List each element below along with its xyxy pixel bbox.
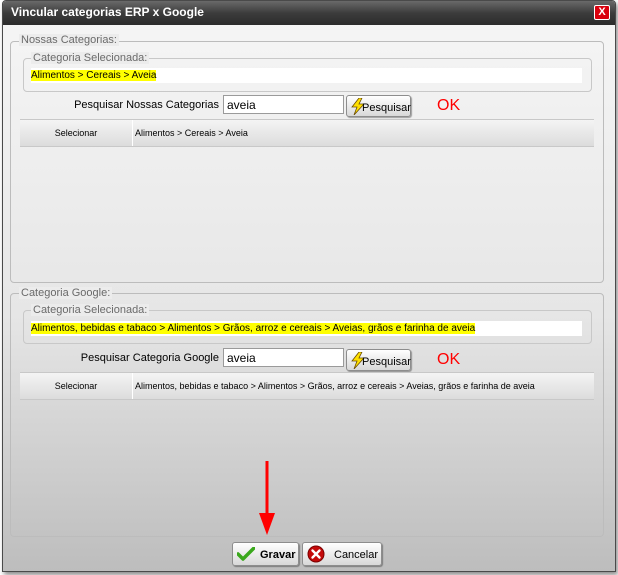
google-search-button-label: Pesquisar	[362, 356, 411, 368]
table-row[interactable]: Selecionar Alimentos, bebidas e tabaco >…	[20, 373, 594, 399]
close-button[interactable]: X	[594, 5, 610, 20]
google-results-table: Selecionar Alimentos, bebidas e tabaco >…	[20, 372, 594, 400]
google-search-input[interactable]: aveia	[223, 348, 344, 367]
google-selected-value: Alimentos, bebidas e tabaco > Alimentos …	[31, 323, 476, 334]
red-arrow-icon	[259, 461, 275, 535]
close-icon: X	[598, 6, 606, 18]
our-search-input[interactable]: aveia	[223, 95, 344, 114]
our-search-button[interactable]: Pesquisar	[346, 95, 411, 117]
select-our-result-button[interactable]: Selecionar	[20, 120, 133, 146]
cancel-button-label: Cancelar	[334, 549, 379, 561]
our-results-table: Selecionar Alimentos > Cereais > Aveia	[20, 119, 594, 147]
our-result-path: Alimentos > Cereais > Aveia	[135, 128, 248, 138]
our-search-status: OK	[437, 97, 461, 114]
google-result-path: Alimentos, bebidas e tabaco > Alimentos …	[135, 381, 535, 391]
google-selected-legend: Categoria Selecionada:	[31, 304, 150, 316]
save-button-label: Gravar	[260, 549, 296, 561]
dialog-titlebar[interactable]: Vincular categorias ERP x Google X	[3, 1, 615, 25]
checkmark-icon	[237, 547, 255, 561]
link-categories-dialog: Vincular categorias ERP x Google X Nossa…	[2, 0, 616, 572]
cancel-icon	[307, 545, 325, 563]
our-selected-value: Alimentos > Cereais > Aveia	[31, 70, 157, 81]
save-button[interactable]: Gravar	[232, 542, 299, 566]
google-search-status: OK	[437, 351, 461, 368]
google-search-button[interactable]: Pesquisar	[346, 349, 411, 371]
our-selected-field: Alimentos > Cereais > Aveia	[31, 68, 582, 83]
google-category-legend: Categoria Google:	[19, 287, 113, 299]
our-selected-legend: Categoria Selecionada:	[31, 52, 150, 64]
google-search-label: Pesquisar Categoria Google	[80, 352, 219, 364]
cancel-button[interactable]: Cancelar	[302, 542, 382, 566]
dialog-title: Vincular categorias ERP x Google	[11, 5, 204, 19]
google-selected-field: Alimentos, bebidas e tabaco > Alimentos …	[31, 321, 582, 336]
our-search-button-label: Pesquisar	[362, 102, 411, 114]
our-categories-legend: Nossas Categorias:	[19, 34, 119, 46]
our-search-label: Pesquisar Nossas Categorias	[74, 99, 219, 111]
select-google-result-button[interactable]: Selecionar	[20, 373, 133, 399]
table-row[interactable]: Selecionar Alimentos > Cereais > Aveia	[20, 120, 594, 146]
